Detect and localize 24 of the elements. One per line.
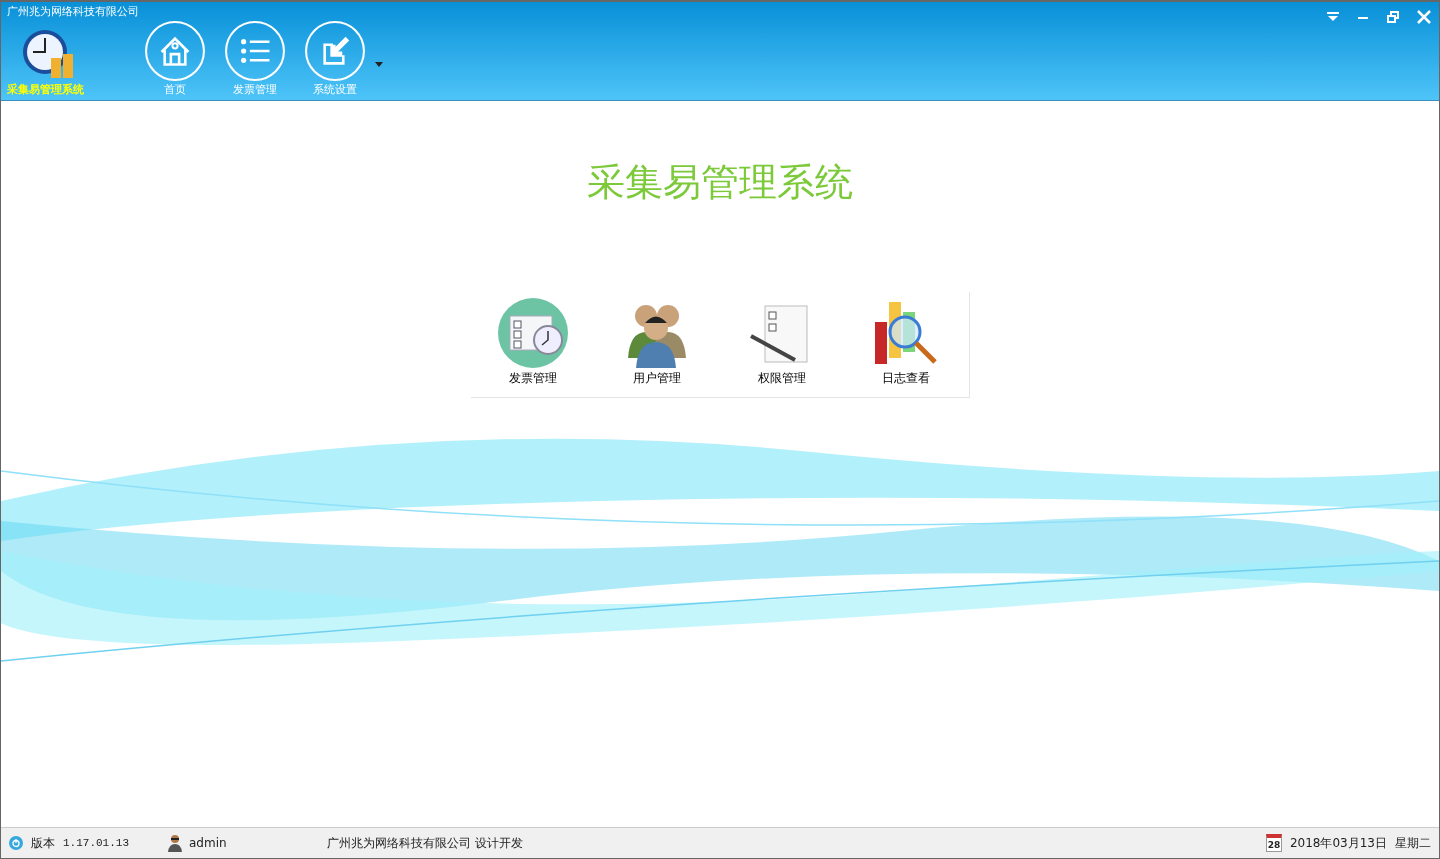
restore-icon[interactable]	[1387, 11, 1399, 23]
module-button[interactable]: 权限管理	[719, 298, 844, 387]
list-icon	[224, 20, 286, 82]
user-icon	[167, 834, 183, 852]
dropdown-caret-icon[interactable]	[375, 62, 383, 67]
checklist-clock-icon	[497, 298, 568, 368]
power-icon	[9, 836, 23, 850]
module-button[interactable]: 日志查看	[844, 298, 969, 387]
module-button[interactable]: 发票管理	[470, 298, 595, 387]
developer-credit: 广州兆为网络科技有限公司 设计开发	[327, 834, 523, 852]
calendar-icon: 28	[1265, 834, 1282, 852]
window-title: 广州兆为网络科技有限公司	[7, 4, 139, 18]
status-date: 2018年03月13日	[1289, 834, 1387, 852]
close-icon[interactable]	[1417, 10, 1431, 24]
version-number: 1.17.01.13	[63, 837, 129, 849]
app-heading: 采集易管理系统	[587, 159, 853, 206]
house-icon	[144, 20, 206, 82]
module-button[interactable]: 用户管理	[595, 298, 720, 387]
version-label: 版本	[31, 834, 55, 852]
arrow-box-icon	[304, 20, 366, 82]
app-logo-label: 采集易管理系统	[7, 82, 84, 97]
username: admin	[189, 836, 227, 850]
status-weekday: 星期二	[1395, 834, 1431, 852]
dropdown-menu-icon[interactable]	[1327, 12, 1339, 22]
